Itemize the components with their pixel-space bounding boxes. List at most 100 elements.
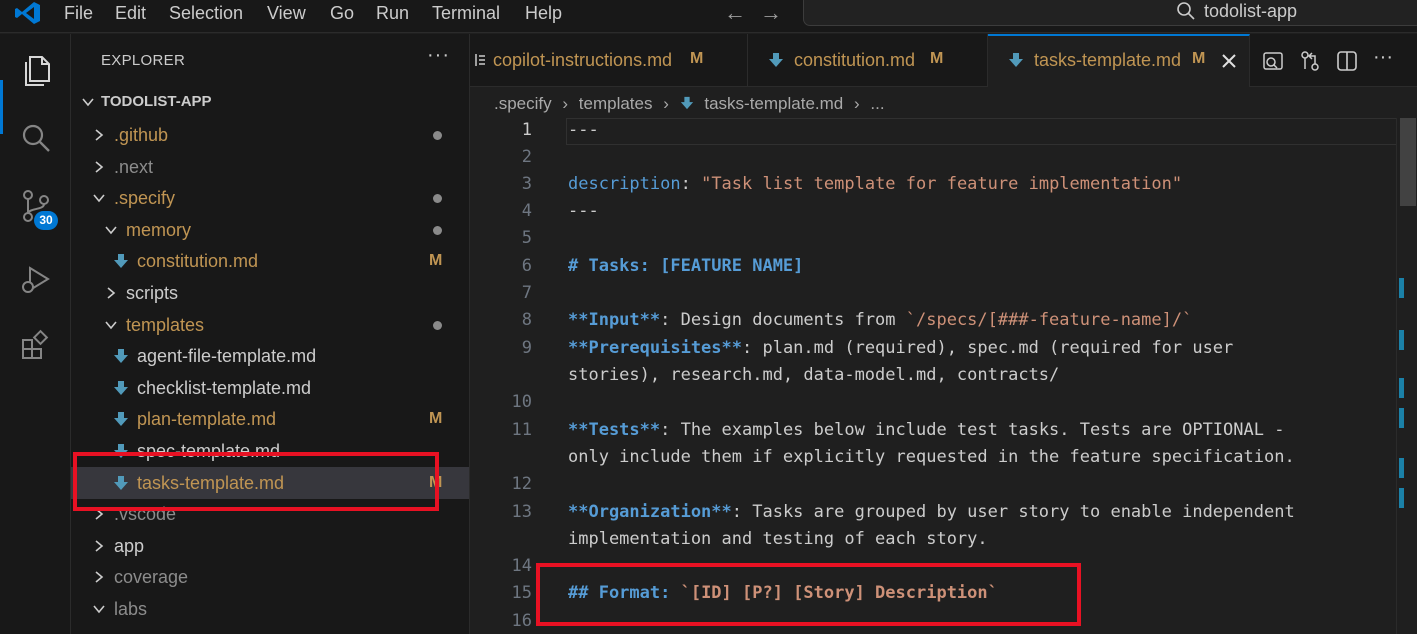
menu-edit[interactable]: Edit xyxy=(115,2,146,24)
code-line-9: **Prerequisites**: plan.md (required), s… xyxy=(568,338,1234,358)
chevron-down-icon[interactable] xyxy=(104,318,118,332)
menu-selection[interactable]: Selection xyxy=(169,2,243,24)
chevron-right-icon: › xyxy=(853,94,860,113)
editor-area: copilot-instructions.md M constitution.m… xyxy=(470,34,1417,634)
tree-item-label: checklist-template.md xyxy=(137,378,312,398)
tab-copilot-instructions[interactable]: copilot-instructions.md M xyxy=(470,34,748,87)
chevron-right-icon[interactable] xyxy=(92,539,106,553)
line-number: 16 xyxy=(511,611,532,631)
menu-go[interactable]: Go xyxy=(330,2,354,24)
tab-constitution[interactable]: constitution.md M xyxy=(748,34,988,87)
tab-tasks-template[interactable]: tasks-template.md M xyxy=(988,34,1250,87)
command-center-search[interactable] xyxy=(803,0,1417,26)
breadcrumb-item[interactable]: .specify xyxy=(494,92,552,116)
menu-run[interactable]: Run xyxy=(376,2,409,24)
breadcrumb-item[interactable]: ... xyxy=(870,92,884,116)
chevron-right-icon[interactable] xyxy=(92,507,106,521)
chevron-right-icon[interactable] xyxy=(92,570,106,584)
workspace-root-label: TODOLIST-APP xyxy=(101,93,212,110)
chevron-down-icon[interactable] xyxy=(81,95,95,109)
tree-item-label: plan-template.md xyxy=(137,409,277,429)
open-preview-icon[interactable] xyxy=(1262,50,1284,72)
chevron-down-icon[interactable] xyxy=(92,602,106,616)
run-debug-icon[interactable] xyxy=(18,262,54,298)
search-icon[interactable] xyxy=(18,120,54,156)
markdown-download-icon xyxy=(114,412,128,426)
tree-folder[interactable]: memory xyxy=(71,214,469,246)
markdown-download-icon xyxy=(114,349,128,363)
line-number: 5 xyxy=(521,228,532,248)
activity-bar: 30 xyxy=(0,34,71,634)
tree-folder[interactable]: templates xyxy=(71,309,469,341)
vscode-logo-icon xyxy=(15,2,40,24)
tree-item-label: .github xyxy=(114,125,169,145)
line-number: 10 xyxy=(511,392,532,412)
menu-help[interactable]: Help xyxy=(525,2,562,24)
code-line-3: description: "Task list template for fea… xyxy=(568,174,1183,194)
chevron-right-icon[interactable] xyxy=(104,286,118,300)
chevron-down-icon[interactable] xyxy=(92,191,106,205)
tree-item-label: agent-file-template.md xyxy=(137,346,317,366)
tree-folder[interactable]: .github xyxy=(71,119,469,151)
line-number: 3 xyxy=(521,174,532,194)
chevron-right-icon: › xyxy=(562,94,569,113)
tree-file[interactable]: agent-file-template.md xyxy=(71,340,469,372)
explorer-files-icon[interactable] xyxy=(18,52,54,88)
code-line-9-wrap: stories), research.md, data-model.md, co… xyxy=(568,365,1060,385)
source-control-badge: 30 xyxy=(34,211,58,230)
explorer-sidebar: EXPLORER ··· TODOLIST-APP .github .next .sp… xyxy=(71,34,470,634)
tree-folder[interactable]: .next xyxy=(71,151,469,183)
tree-file[interactable]: spec-template.md xyxy=(71,435,469,467)
chevron-right-icon[interactable] xyxy=(92,160,106,174)
code-editor[interactable]: 1 2 3 4 5 6 7 8 9 10 11 12 13 14 15 16 -… xyxy=(470,118,1404,634)
compare-changes-icon[interactable] xyxy=(1299,50,1321,72)
markdown-download-icon xyxy=(114,444,128,458)
git-status-badge: M xyxy=(429,410,443,427)
tree-item-label: tasks-template.md xyxy=(137,473,285,493)
menu-view[interactable]: View xyxy=(267,2,306,24)
forward-arrow-icon[interactable]: → xyxy=(760,0,782,26)
tree-file[interactable]: tasks-template.md M xyxy=(71,467,469,499)
breadcrumb-item[interactable]: tasks-template.md xyxy=(704,92,843,116)
extensions-icon[interactable] xyxy=(18,328,54,364)
markdown-download-icon xyxy=(769,53,783,67)
back-arrow-icon[interactable]: ← xyxy=(724,0,746,26)
tree-file[interactable]: constitution.md M xyxy=(71,245,469,277)
tree-item-label: .next xyxy=(114,157,154,177)
breadcrumb-item[interactable]: templates xyxy=(579,92,653,116)
tree-file[interactable]: plan-template.md M xyxy=(71,403,469,435)
line-number: 4 xyxy=(521,201,532,221)
split-editor-icon[interactable] xyxy=(1336,50,1358,72)
tree-folder[interactable]: app xyxy=(71,530,469,562)
tree-folder[interactable]: coverage xyxy=(71,561,469,593)
editor-scrollbar[interactable] xyxy=(1396,118,1417,634)
tree-folder[interactable]: labs xyxy=(71,593,469,625)
modified-dot-indicator xyxy=(433,131,442,140)
more-actions-icon[interactable]: ··· xyxy=(1373,46,1393,69)
line-number: 12 xyxy=(511,474,532,494)
tree-folder[interactable]: scripts xyxy=(71,277,469,309)
tree-folder[interactable]: .vscode xyxy=(71,498,469,530)
menu-terminal[interactable]: Terminal xyxy=(432,2,500,24)
workspace-root[interactable]: TODOLIST-APP xyxy=(71,88,469,116)
line-number: 7 xyxy=(521,283,532,303)
markdown-download-icon xyxy=(680,96,693,110)
scroll-change-marker xyxy=(1399,408,1404,428)
tree-item-label: spec-template.md xyxy=(137,441,281,461)
scroll-thumb[interactable] xyxy=(1400,118,1416,206)
line-number: 1 xyxy=(521,120,532,140)
line-number: 13 xyxy=(511,502,532,522)
more-actions-icon[interactable]: ··· xyxy=(427,44,450,67)
search-workspace-name[interactable]: todolist-app xyxy=(1204,1,1297,22)
active-indicator xyxy=(0,80,3,134)
code-line-13: **Organization**: Tasks are grouped by u… xyxy=(568,502,1295,522)
menu-file[interactable]: File xyxy=(64,2,93,24)
tree-item-label: app xyxy=(114,536,145,556)
tree-file[interactable]: checklist-template.md xyxy=(71,372,469,404)
close-icon[interactable] xyxy=(1221,53,1237,69)
current-line-highlight xyxy=(566,118,1404,145)
tree-folder[interactable]: .specify xyxy=(71,182,469,214)
chevron-right-icon[interactable] xyxy=(92,128,106,142)
chevron-down-icon[interactable] xyxy=(104,223,118,237)
line-number: 6 xyxy=(521,256,532,276)
